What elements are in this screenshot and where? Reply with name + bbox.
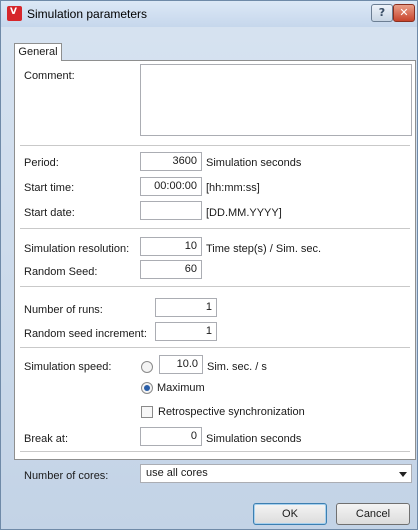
period-label: Period: [24,157,59,169]
break-at-label: Break at: [24,433,69,445]
comment-field[interactable] [140,64,412,136]
num-runs-field[interactable]: 1 [155,298,217,317]
window-title: Simulation parameters [27,7,148,21]
ok-button[interactable]: OK [253,503,327,525]
break-at-unit: Simulation seconds [206,433,302,445]
start-time-field[interactable]: 00:00:00 [140,177,202,196]
random-seed-field[interactable]: 60 [140,260,202,279]
cores-select[interactable]: use all cores [140,464,412,483]
period-unit: Simulation seconds [206,157,302,169]
divider [20,228,410,229]
chevron-down-icon[interactable] [399,472,407,477]
num-runs-label: Number of runs: [24,304,103,316]
retrospective-checkbox[interactable] [141,406,153,418]
start-date-unit: [DD.MM.YYYY] [206,207,282,219]
sim-resolution-unit: Time step(s) / Sim. sec. [206,243,322,255]
divider [20,451,410,452]
sim-speed-label: Simulation speed: [24,361,112,373]
sim-speed-unit: Sim. sec. / s [207,361,267,373]
break-at-field[interactable]: 0 [140,427,202,446]
period-field[interactable]: 3600 [140,152,202,171]
start-time-unit: [hh:mm:ss] [206,182,260,194]
seed-increment-label: Random seed increment: [24,328,147,340]
start-date-field[interactable] [140,201,202,220]
sim-resolution-label: Simulation resolution: [24,243,130,255]
cores-label: Number of cores: [24,470,109,482]
maximum-label: Maximum [157,382,205,394]
comment-label: Comment: [24,70,75,82]
divider [20,145,410,146]
start-date-label: Start date: [24,207,75,219]
divider [20,347,410,348]
seed-increment-field[interactable]: 1 [155,322,217,341]
divider [20,286,410,287]
sim-speed-value-radio[interactable] [141,361,153,373]
title-bar[interactable]: V Simulation parameters ? ✕ [1,1,417,27]
start-time-label: Start time: [24,182,75,194]
cancel-button[interactable]: Cancel [336,503,410,525]
help-button[interactable]: ? [371,4,393,22]
close-icon[interactable]: ✕ [393,4,415,22]
tab-general[interactable]: General [14,43,62,61]
app-icon: V [7,6,22,21]
retrospective-label: Retrospective synchronization [158,406,305,418]
maximum-radio[interactable] [141,382,153,394]
sim-resolution-field[interactable]: 10 [140,237,202,256]
cores-value: use all cores [146,467,208,479]
random-seed-label: Random Seed: [24,266,98,278]
sim-speed-field[interactable]: 10.0 [159,355,203,374]
